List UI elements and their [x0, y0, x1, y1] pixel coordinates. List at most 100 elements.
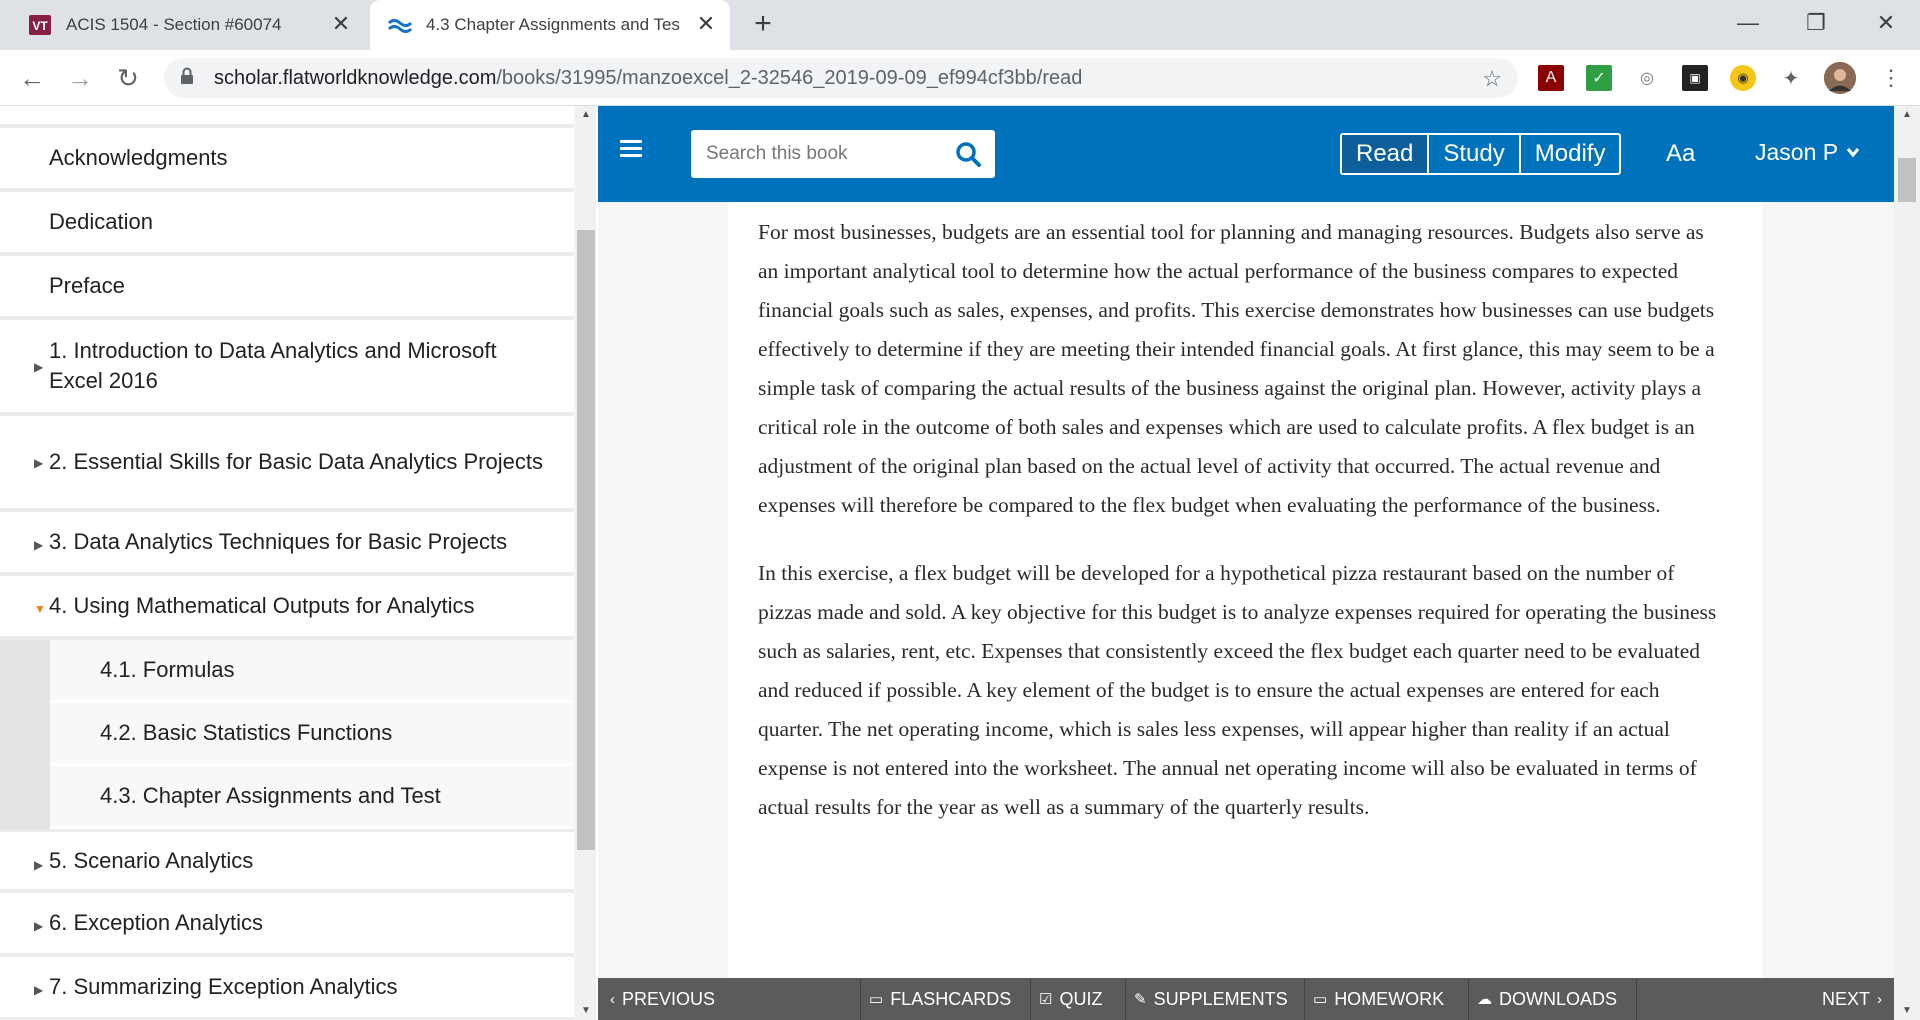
user-name: Jason P: [1755, 139, 1839, 165]
restore-icon[interactable]: ❐: [1796, 8, 1836, 38]
caret-right-icon: ▶: [34, 456, 44, 470]
toc-scrollbar-thumb[interactable]: [577, 230, 595, 850]
close-icon[interactable]: ✕: [329, 13, 353, 37]
caret-right-icon: ▶: [34, 983, 44, 997]
address-bar[interactable]: scholar.flatworldknowledge.com/books/319…: [164, 58, 1518, 98]
paperclip-icon: ✎: [1134, 991, 1147, 1008]
magnifier-extension-icon[interactable]: ◉: [1730, 65, 1756, 91]
bookmark-star-icon[interactable]: ☆: [1482, 66, 1502, 92]
scroll-up-arrow-icon[interactable]: ▲: [1897, 106, 1917, 124]
downloads-label: DOWNLOADS: [1499, 988, 1618, 1009]
search-icon[interactable]: [955, 141, 981, 167]
scroll-down-arrow-icon[interactable]: ▼: [1897, 1002, 1917, 1020]
back-arrow-icon[interactable]: ←: [16, 62, 48, 94]
url-text: scholar.flatworldknowledge.com/books/319…: [214, 66, 1083, 89]
study-mode-button[interactable]: Study: [1427, 135, 1518, 173]
lock-icon: [180, 67, 200, 90]
laptop-icon: ▭: [1313, 991, 1328, 1008]
toc-item-chapter-3[interactable]: ▶ 3. Data Analytics Techniques for Basic…: [0, 512, 574, 576]
chevron-right-icon: ›: [1877, 990, 1882, 1008]
browser-toolbar: ← → ↻ scholar.flatworldknowledge.com/boo…: [0, 50, 1920, 106]
caret-right-icon: ▶: [34, 858, 44, 872]
scroll-up-arrow-icon[interactable]: ▲: [576, 106, 596, 124]
forward-arrow-icon[interactable]: →: [64, 62, 96, 94]
read-mode-button[interactable]: Read: [1342, 135, 1428, 173]
checkmark-extension-icon[interactable]: ✓: [1586, 65, 1612, 91]
quiz-button[interactable]: ☑ QUIZ: [1030, 978, 1110, 1020]
reading-column: For most businesses, budgets are an esse…: [728, 202, 1762, 1020]
puzzle-extensions-icon[interactable]: ✦: [1778, 65, 1804, 91]
browser-tab-chapter[interactable]: 4.3 Chapter Assignments and Tes ✕: [370, 0, 730, 50]
reload-icon[interactable]: ↻: [112, 62, 144, 94]
cloud-download-icon: ☁: [1477, 991, 1492, 1008]
font-size-toggle[interactable]: Aa: [1666, 136, 1695, 172]
toc-label: 5. Scenario Analytics: [49, 847, 254, 873]
tab-title: ACIS 1504 - Section #60074: [66, 15, 282, 34]
reader-bottom-bar: ‹ PREVIOUS ▭ FLASHCARDS ☑ QUIZ ✎ SUPPLEM…: [598, 978, 1894, 1020]
toc-item-4-3[interactable]: 4.3. Chapter Assignments and Test: [50, 766, 574, 829]
book-search: [691, 130, 995, 178]
body-paragraph: For most businesses, budgets are an esse…: [758, 220, 1715, 517]
toc-item-chapter-1[interactable]: ▶ 1. Introduction to Data Analytics and …: [0, 320, 574, 416]
vt-logo-icon: VT: [28, 13, 52, 37]
toc-item-4-1[interactable]: 4.1. Formulas: [50, 640, 574, 703]
menu-kebab-icon[interactable]: ⋮: [1878, 65, 1904, 91]
page-scrollbar[interactable]: ▲ ▼: [1894, 106, 1920, 1020]
camera-extension-icon[interactable]: ▣: [1682, 65, 1708, 91]
supplements-label: SUPPLEMENTS: [1153, 988, 1288, 1009]
modify-mode-button[interactable]: Modify: [1518, 135, 1620, 173]
new-tab-button[interactable]: +: [748, 9, 778, 40]
toc-item-acknowledgments[interactable]: Acknowledgments: [0, 128, 574, 192]
search-input[interactable]: [691, 130, 941, 178]
toc-item-chapter-5[interactable]: ▶ 5. Scenario Analytics: [0, 829, 574, 893]
toc-label: 6. Exception Analytics: [49, 910, 264, 935]
toc-item-4-2[interactable]: 4.2. Basic Statistics Functions: [50, 703, 574, 766]
toc-item-chapter-2[interactable]: ▶ 2. Essential Skills for Basic Data Ana…: [0, 416, 574, 512]
circle-extension-icon[interactable]: ◎: [1634, 65, 1660, 91]
supplements-button[interactable]: ✎ SUPPLEMENTS: [1125, 978, 1296, 1020]
user-menu[interactable]: Jason P: [1755, 134, 1860, 170]
flashcards-icon: ▭: [869, 991, 884, 1008]
next-button[interactable]: NEXT ›: [1636, 978, 1894, 1020]
quiz-label: QUIZ: [1059, 988, 1103, 1009]
previous-button[interactable]: ‹ PREVIOUS: [602, 978, 723, 1020]
toc-label: 3. Data Analytics Techniques for Basic P…: [49, 529, 508, 554]
tab-title: 4.3 Chapter Assignments and Tes: [426, 15, 680, 34]
flashcards-button[interactable]: ▭ FLASHCARDS: [860, 978, 1019, 1020]
toc-item-chapter-6[interactable]: ▶ 6. Exception Analytics: [0, 893, 574, 957]
page-scrollbar-thumb[interactable]: [1898, 158, 1916, 202]
toc-item-preface[interactable]: Preface: [0, 256, 574, 320]
browser-tab-acis[interactable]: VT ACIS 1504 - Section #60074 ✕: [10, 0, 365, 50]
close-window-icon[interactable]: ✕: [1866, 8, 1906, 38]
close-icon[interactable]: ✕: [694, 13, 718, 37]
toc-item-chapter-7[interactable]: ▶ 7. Summarizing Exception Analytics: [0, 957, 574, 1020]
book-reader: For most businesses, budgets are an esse…: [598, 106, 1894, 1020]
minimize-icon[interactable]: —: [1728, 8, 1768, 38]
body-paragraph: In this exercise, a flex budget will be …: [758, 561, 1717, 819]
flatworld-icon: [388, 13, 412, 37]
hamburger-menu-icon[interactable]: [620, 140, 642, 158]
caret-right-icon: ▶: [34, 538, 44, 552]
toc-item-dedication[interactable]: Dedication: [0, 192, 574, 256]
profile-avatar[interactable]: [1824, 62, 1856, 94]
toc-scrollbar[interactable]: ▲ ▼: [576, 106, 596, 1020]
checkbox-icon: ☑: [1039, 991, 1053, 1008]
toc-label: 4.2. Basic Statistics Functions: [100, 720, 393, 745]
svg-text:VT: VT: [32, 19, 48, 33]
acrobat-extension-icon[interactable]: A: [1538, 65, 1564, 91]
reader-app-bar: Read Study Modify Aa Jason P: [598, 106, 1894, 202]
toc-label: 1. Introduction to Data Analytics and Mi…: [49, 338, 497, 393]
toc-item-chapter-4[interactable]: ▼ 4. Using Mathematical Outputs for Anal…: [0, 576, 574, 640]
page: Acknowledgments Dedication Preface ▶ 1. …: [0, 106, 1920, 1020]
toc-label: Preface: [49, 273, 125, 298]
scroll-down-arrow-icon[interactable]: ▼: [576, 1002, 596, 1020]
toc-label: 2. Essential Skills for Basic Data Analy…: [49, 449, 543, 474]
caret-right-icon: ▶: [34, 919, 44, 933]
toc-subsection-rail: [0, 640, 50, 829]
flashcards-label: FLASHCARDS: [890, 988, 1012, 1009]
downloads-button[interactable]: ☁ DOWNLOADS: [1468, 978, 1625, 1020]
toc-label: 4. Using Mathematical Outputs for Analyt…: [49, 593, 475, 618]
toc-label: 7. Summarizing Exception Analytics: [49, 974, 398, 999]
homework-button[interactable]: ▭ HOMEWORK: [1304, 978, 1452, 1020]
mode-switcher: Read Study Modify: [1340, 133, 1622, 175]
